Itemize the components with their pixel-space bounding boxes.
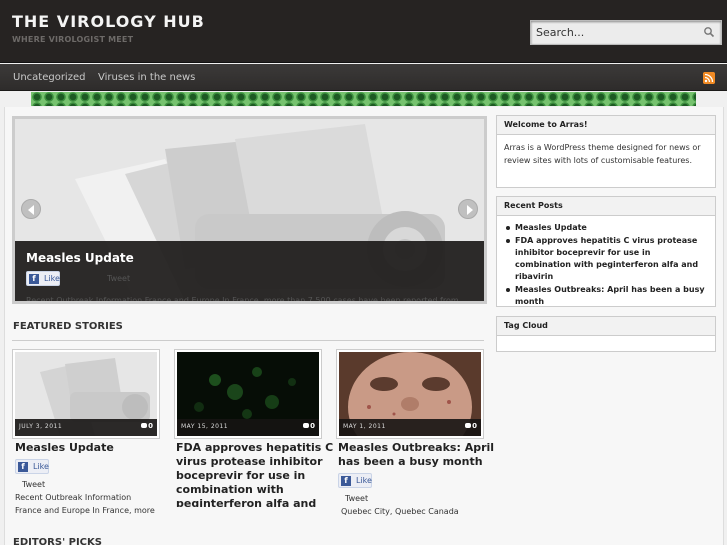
slider-excerpt: Recent Outbreak Information France and E…	[26, 296, 459, 304]
featured-card[interactable]: JULY 3, 2011 0	[12, 349, 160, 439]
widget-title: Tag Cloud	[497, 317, 715, 336]
card-date: JULY 3, 2011	[19, 423, 63, 430]
header-banner	[31, 92, 696, 106]
facebook-like-button[interactable]: f Like	[338, 473, 372, 488]
editors-picks-heading: EDITORS' PICKS	[13, 537, 102, 545]
recent-post-link[interactable]: Measles Outbreaks: April has been a busy…	[504, 284, 708, 308]
like-label: Like	[33, 462, 49, 471]
featured-card[interactable]: MAY 15, 2011 0	[174, 349, 322, 439]
slider-prev-arrow[interactable]	[21, 199, 41, 219]
card-date: MAY 15, 2011	[181, 423, 229, 430]
card-meta-bar: MAY 1, 2011 0	[339, 419, 481, 436]
search-box	[530, 20, 722, 45]
slider-post-title[interactable]: Measles Update	[26, 251, 134, 265]
slider-caption: Measles Update f Like Tweet Recent Outbr…	[15, 241, 484, 304]
card-title[interactable]: Measles Update	[15, 441, 114, 455]
card-excerpt: Recent Outbreak Information France and E…	[15, 493, 155, 515]
slider-next-arrow[interactable]	[458, 199, 478, 219]
featured-card[interactable]: MAY 1, 2011 0	[336, 349, 484, 439]
widget-title: Welcome to Arras!	[497, 116, 715, 135]
comment-count[interactable]: 0	[141, 422, 153, 430]
search-input[interactable]	[531, 21, 701, 44]
widget-title: Recent Posts	[497, 197, 715, 216]
facebook-like-button[interactable]: f Like	[15, 459, 49, 474]
comment-bubble-icon	[141, 423, 148, 428]
card-meta-bar: JULY 3, 2011 0	[15, 419, 157, 436]
recent-post-link[interactable]: FDA approves hepatitis C virus protease …	[504, 235, 708, 283]
featured-stories-heading: FEATURED STORIES	[13, 321, 123, 332]
card-title[interactable]: Measles Outbreaks: April has been a busy…	[338, 441, 494, 469]
tweet-button[interactable]: Tweet	[107, 274, 130, 283]
welcome-text: Arras is a WordPress theme designed for …	[504, 143, 701, 165]
like-label: Like	[356, 476, 372, 485]
facebook-like-button[interactable]: f Like	[26, 271, 60, 286]
main-nav: Uncategorized Viruses in the news	[0, 64, 727, 91]
featured-slider[interactable]: Measles Update f Like Tweet Recent Outbr…	[12, 116, 487, 304]
site-tagline: WHERE VIROLOGIST MEET	[12, 35, 134, 44]
comment-count[interactable]: 0	[465, 422, 477, 430]
facebook-icon: f	[29, 274, 39, 284]
nav-item-viruses-in-the-news[interactable]: Viruses in the news	[98, 72, 195, 83]
recent-post-link[interactable]: Measles Update	[504, 222, 708, 234]
recent-posts-list: Measles Update FDA approves hepatitis C …	[504, 222, 708, 308]
tweet-button[interactable]: Tweet	[345, 494, 368, 503]
welcome-widget: Welcome to Arras! Arras is a WordPress t…	[496, 115, 716, 188]
section-divider	[12, 340, 484, 341]
rss-icon[interactable]	[703, 72, 715, 84]
card-excerpt: Quebec City, Quebec Canada	[341, 507, 459, 516]
tag-cloud-widget: Tag Cloud	[496, 316, 716, 352]
site-title[interactable]: THE VIROLOGY HUB	[12, 12, 205, 31]
card-date: MAY 1, 2011	[343, 423, 386, 430]
card-meta-bar: MAY 15, 2011 0	[177, 419, 319, 436]
like-label: Like	[44, 274, 60, 283]
comment-bubble-icon	[465, 423, 472, 428]
facebook-icon: f	[341, 476, 351, 486]
comment-bubble-icon	[303, 423, 310, 428]
comment-count[interactable]: 0	[303, 422, 315, 430]
card-title[interactable]: FDA approves hepatitis C virus protease …	[176, 441, 333, 507]
facebook-icon: f	[18, 462, 28, 472]
nav-item-uncategorized[interactable]: Uncategorized	[13, 72, 85, 83]
tweet-button[interactable]: Tweet	[22, 480, 45, 489]
search-icon[interactable]	[703, 26, 715, 38]
recent-posts-widget: Recent Posts Measles Update FDA approves…	[496, 196, 716, 307]
site-header: THE VIROLOGY HUB WHERE VIROLOGIST MEET	[0, 0, 727, 63]
